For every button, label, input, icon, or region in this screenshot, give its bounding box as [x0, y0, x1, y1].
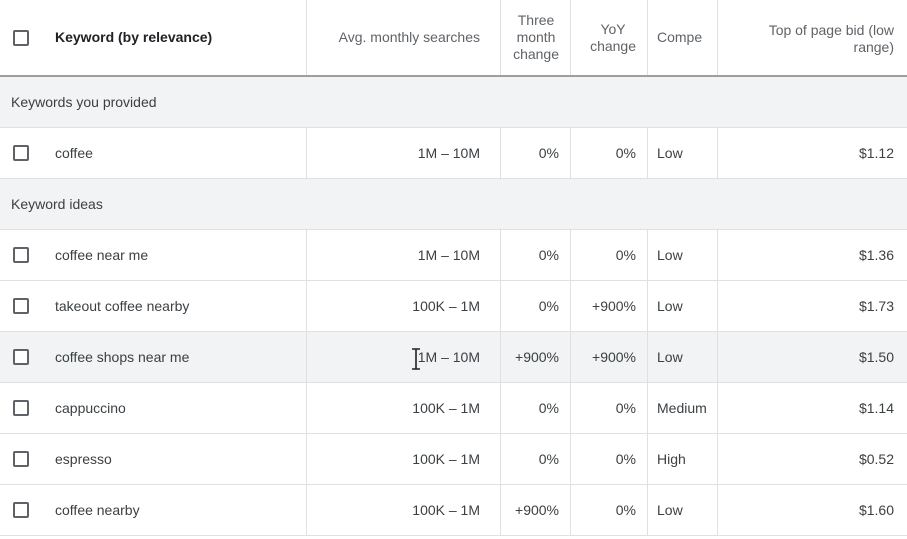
section-header-ideas: Keyword ideas	[0, 179, 907, 230]
three-month-change-cell: +900%	[515, 349, 559, 365]
row-select-cell[interactable]	[0, 485, 42, 535]
three-month-change-cell: 0%	[538, 298, 559, 314]
three-month-header-line3: change	[513, 46, 559, 62]
three-month-header-line1: Three	[517, 12, 555, 28]
keyword-cell: cappuccino	[55, 400, 126, 416]
yoy-change-cell: 0%	[615, 247, 636, 263]
avg-monthly-searches-cell: 100K – 1M	[412, 298, 480, 314]
bid-header-line1: Top of page bid (low	[768, 22, 894, 38]
column-header-top-of-page-bid-low[interactable]: Top of page bid (low range)	[717, 0, 907, 75]
table-row: cappuccino 100K – 1M 0% 0% Medium $1.14	[0, 383, 907, 434]
keyword-cell: takeout coffee nearby	[55, 298, 190, 314]
three-month-header-line2: month	[516, 29, 556, 45]
competition-cell: High	[657, 451, 686, 467]
row-select-cell[interactable]	[0, 434, 42, 484]
three-month-change-cell: +900%	[515, 502, 559, 518]
row-checkbox[interactable]	[13, 349, 29, 365]
bid-low-cell: $1.60	[858, 502, 894, 518]
select-all-cell[interactable]	[0, 0, 42, 75]
row-checkbox[interactable]	[13, 400, 29, 416]
bid-low-cell: $1.36	[858, 247, 894, 263]
yoy-change-cell: +900%	[592, 349, 636, 365]
table-row: coffee 1M – 10M 0% 0% Low $1.12	[0, 128, 907, 179]
keyword-cell: espresso	[55, 451, 112, 467]
row-checkbox[interactable]	[13, 145, 29, 161]
competition-cell: Low	[657, 145, 683, 161]
column-header-three-month-change[interactable]: Three month change	[500, 0, 570, 75]
bid-header-line2: range)	[853, 39, 894, 55]
avg-monthly-searches-cell: 1M – 10M	[417, 349, 480, 365]
table-row: coffee near me 1M – 10M 0% 0% Low $1.36	[0, 230, 907, 281]
table-header: Keyword (by relevance) Avg. monthly sear…	[0, 0, 907, 77]
column-header-avg-monthly-searches[interactable]: Avg. monthly searches	[306, 0, 500, 75]
avg-monthly-searches-cell: 100K – 1M	[412, 451, 480, 467]
keyword-cell: coffee nearby	[55, 502, 140, 518]
yoy-change-cell: 0%	[615, 451, 636, 467]
competition-cell: Low	[657, 298, 683, 314]
row-checkbox[interactable]	[13, 298, 29, 314]
competition-cell: Low	[657, 247, 683, 263]
row-checkbox[interactable]	[13, 451, 29, 467]
yoy-change-cell: +900%	[592, 298, 636, 314]
table-row: coffee shops near me 1M – 10M +900% +900…	[0, 332, 907, 383]
row-checkbox[interactable]	[13, 502, 29, 518]
three-month-change-cell: 0%	[538, 247, 559, 263]
keyword-ideas-table: Keyword (by relevance) Avg. monthly sear…	[0, 0, 907, 536]
bid-low-cell: $0.52	[858, 451, 894, 467]
section-label-ideas: Keyword ideas	[11, 196, 103, 212]
avg-monthly-searches-cell: 100K – 1M	[412, 400, 480, 416]
table-row: takeout coffee nearby 100K – 1M 0% +900%…	[0, 281, 907, 332]
section-label-provided: Keywords you provided	[11, 94, 157, 110]
yoy-change-cell: 0%	[615, 145, 636, 161]
yoy-header-line1: YoY	[600, 20, 626, 37]
table-row: espresso 100K – 1M 0% 0% High $0.52	[0, 434, 907, 485]
bid-low-cell: $1.12	[858, 145, 894, 161]
bid-low-cell: $1.50	[858, 349, 894, 365]
avg-monthly-searches-cell: 1M – 10M	[417, 247, 480, 263]
row-select-cell[interactable]	[0, 332, 42, 382]
yoy-header-line2: change	[590, 37, 636, 54]
three-month-change-cell: 0%	[538, 400, 559, 416]
keyword-cell: coffee near me	[55, 247, 149, 263]
section-header-provided: Keywords you provided	[0, 77, 907, 128]
competition-cell: Low	[657, 502, 683, 518]
bid-low-cell: $1.73	[858, 298, 894, 314]
competition-cell: Low	[657, 349, 683, 365]
row-select-cell[interactable]	[0, 230, 42, 280]
column-header-yoy-change[interactable]: YoY change	[570, 0, 647, 75]
yoy-change-cell: 0%	[615, 502, 636, 518]
bid-low-cell: $1.14	[858, 400, 894, 416]
select-all-checkbox[interactable]	[13, 29, 29, 46]
keyword-cell: coffee	[55, 145, 93, 161]
competition-cell: Medium	[657, 400, 707, 416]
yoy-change-cell: 0%	[615, 400, 636, 416]
row-select-cell[interactable]	[0, 281, 42, 331]
row-select-cell[interactable]	[0, 383, 42, 433]
three-month-change-cell: 0%	[538, 145, 559, 161]
avg-monthly-searches-cell: 1M – 10M	[417, 145, 480, 161]
column-header-competition[interactable]: Compe	[647, 0, 717, 75]
keyword-cell: coffee shops near me	[55, 349, 190, 365]
avg-monthly-searches-cell: 100K – 1M	[412, 502, 480, 518]
row-select-cell[interactable]	[0, 128, 42, 178]
row-checkbox[interactable]	[13, 247, 29, 263]
column-header-keyword[interactable]: Keyword (by relevance)	[42, 0, 306, 75]
three-month-change-cell: 0%	[538, 451, 559, 467]
table-row: coffee nearby 100K – 1M +900% 0% Low $1.…	[0, 485, 907, 536]
